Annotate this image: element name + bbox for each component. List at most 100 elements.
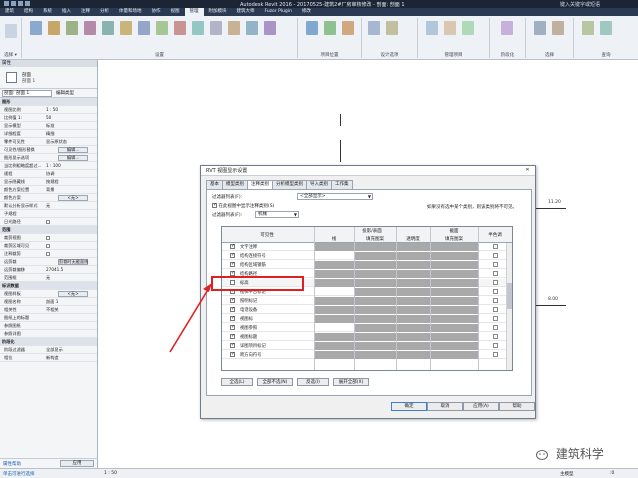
override-cell[interactable]: [396, 306, 430, 314]
override-cell[interactable]: [354, 297, 396, 305]
halftone-checkbox[interactable]: [493, 352, 498, 357]
dialog-tab[interactable]: 工作集: [331, 180, 353, 189]
coordinates-icon[interactable]: [324, 21, 336, 35]
open-icon[interactable]: [4, 1, 9, 6]
property-value[interactable]: 精细: [46, 130, 96, 137]
help-button[interactable]: 帮助: [499, 402, 535, 411]
override-cell[interactable]: [314, 315, 354, 323]
table-row[interactable]: 电话设备: [222, 306, 512, 314]
visibility-checkbox[interactable]: [230, 333, 235, 339]
override-cell[interactable]: [354, 324, 396, 332]
starting-view-icon[interactable]: [462, 21, 474, 35]
type-selector[interactable]: 剖面 剖面 1: [0, 67, 97, 89]
structural-settings-icon[interactable]: [210, 21, 222, 35]
property-value[interactable]: 显示原状态: [46, 138, 96, 145]
override-cell[interactable]: [314, 306, 354, 314]
override-cell[interactable]: [396, 252, 430, 260]
ribbon-tab[interactable]: 建筑: [0, 8, 19, 16]
override-cell[interactable]: [354, 342, 396, 350]
dialog-tab[interactable]: 分析模型类别: [272, 180, 307, 189]
ribbon-tab[interactable]: 注释: [76, 8, 95, 16]
visibility-checkbox[interactable]: [230, 252, 235, 258]
visibility-checkbox[interactable]: [230, 306, 235, 312]
override-cell[interactable]: [430, 306, 478, 314]
override-cell[interactable]: [430, 297, 478, 305]
load-selection-icon[interactable]: [552, 21, 564, 35]
table-row[interactable]: 文字注释: [222, 243, 512, 251]
property-button[interactable]: <无>: [58, 291, 88, 297]
halftone-checkbox[interactable]: [493, 289, 498, 294]
override-cell[interactable]: [314, 270, 354, 278]
project-parameters-icon[interactable]: [102, 21, 114, 35]
ribbon-tab[interactable]: 系统: [38, 8, 57, 16]
invert-button[interactable]: 反选(I): [297, 378, 329, 386]
object-styles-icon[interactable]: [48, 21, 60, 35]
property-category[interactable]: 图形: [0, 98, 97, 106]
save-icon[interactable]: [11, 1, 16, 6]
table-row[interactable]: 视图标题: [222, 333, 512, 341]
table-row[interactable]: 视图参照: [222, 324, 512, 332]
ids-of-selection-icon[interactable]: [582, 21, 594, 35]
edit-type-button[interactable]: 编辑类型: [56, 90, 74, 96]
additional-settings-icon[interactable]: [264, 21, 276, 35]
grid-scrollbar[interactable]: [506, 243, 512, 370]
redo-icon[interactable]: [25, 1, 30, 6]
override-cell[interactable]: [314, 297, 354, 305]
property-value[interactable]: 不相关: [46, 306, 96, 313]
override-cell[interactable]: [314, 279, 354, 287]
location-icon[interactable]: [306, 21, 318, 35]
halftone-checkbox[interactable]: [493, 271, 498, 276]
visibility-checkbox[interactable]: [230, 297, 235, 303]
visibility-checkbox[interactable]: [230, 315, 235, 321]
halftone-checkbox[interactable]: [493, 298, 498, 303]
scrollbar-thumb[interactable]: [507, 283, 512, 309]
purge-unused-icon[interactable]: [174, 21, 186, 35]
expand-all-button[interactable]: 展开全部(X): [333, 378, 369, 386]
property-value[interactable]: 50: [46, 114, 96, 121]
cancel-button[interactable]: 取消: [427, 402, 463, 411]
override-cell[interactable]: [314, 333, 354, 341]
override-cell[interactable]: [314, 243, 354, 251]
quick-access-toolbar[interactable]: [4, 1, 64, 7]
property-button[interactable]: <无>: [58, 195, 88, 201]
property-value[interactable]: 剖面 1: [46, 298, 96, 305]
table-row[interactable]: 跨方向符号: [222, 351, 512, 359]
mep-settings-icon[interactable]: [228, 21, 240, 35]
halftone-checkbox[interactable]: [493, 325, 498, 330]
override-cell[interactable]: [430, 324, 478, 332]
close-icon[interactable]: ✕: [523, 167, 532, 174]
show-annotations-checkbox[interactable]: [212, 202, 217, 208]
override-cell[interactable]: [396, 324, 430, 332]
override-cell[interactable]: [430, 261, 478, 269]
property-value[interactable]: 27041.5: [46, 266, 96, 273]
override-cell[interactable]: [430, 333, 478, 341]
manage-links-icon[interactable]: [426, 21, 438, 35]
dialog-tab[interactable]: 基本: [206, 180, 223, 189]
override-cell[interactable]: [314, 342, 354, 350]
ribbon-tab[interactable]: 建筑大师: [232, 8, 260, 16]
transfer-standards-icon[interactable]: [156, 21, 168, 35]
panel-schedule-icon[interactable]: [246, 21, 258, 35]
project-info-icon[interactable]: [84, 21, 96, 35]
ribbon-tab[interactable]: 插入: [57, 8, 76, 16]
design-options-icon[interactable]: [368, 21, 380, 35]
ribbon-tab[interactable]: 体量和场地: [114, 8, 147, 16]
instance-selector[interactable]: 剖面: 剖面 1: [2, 90, 52, 97]
visibility-checkbox[interactable]: [230, 342, 235, 348]
warnings-icon[interactable]: [600, 21, 612, 35]
override-cell[interactable]: [396, 297, 430, 305]
halftone-checkbox[interactable]: [493, 280, 498, 285]
search-box[interactable]: 键入关键字或短语: [560, 1, 600, 8]
manage-images-icon[interactable]: [444, 21, 456, 35]
main-model-icon[interactable]: [386, 21, 398, 35]
ribbon-tab[interactable]: 附加模块: [204, 8, 232, 16]
override-cell[interactable]: [430, 243, 478, 251]
table-row[interactable]: 结构连接符号: [222, 252, 512, 260]
property-value[interactable]: 无: [46, 202, 96, 209]
halftone-checkbox[interactable]: [493, 316, 498, 321]
override-cell[interactable]: [354, 333, 396, 341]
project-units-icon[interactable]: [192, 21, 204, 35]
select-all-button[interactable]: 全选(L): [221, 378, 253, 386]
property-checkbox[interactable]: [46, 220, 50, 224]
property-value[interactable]: 无: [46, 274, 96, 281]
